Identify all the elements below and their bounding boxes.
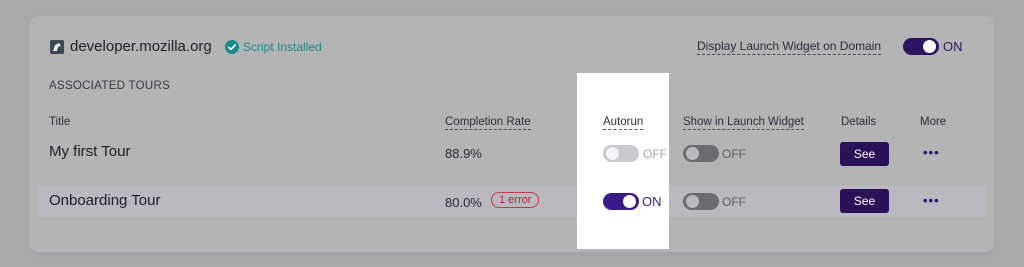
script-status: Script Installed [243, 40, 322, 54]
see-details-button[interactable]: See [840, 142, 889, 166]
check-circle-icon [225, 40, 239, 54]
see-details-button[interactable]: See [840, 189, 889, 213]
launch-widget-toggle[interactable] [903, 38, 939, 55]
column-more: More [920, 116, 947, 128]
tour-completion-rate: 80.0% [445, 195, 482, 210]
tour-title: Onboarding Tour [49, 192, 161, 209]
launch-widget-visibility-state: OFF [722, 147, 746, 161]
domain-name: developer.mozilla.org [70, 38, 212, 55]
toggle-knob [623, 195, 636, 208]
column-completion-rate[interactable]: Completion Rate [445, 116, 531, 130]
launch-widget-visibility-toggle[interactable] [683, 145, 719, 162]
launch-widget-visibility-state: OFF [722, 195, 746, 209]
autorun-toggle[interactable] [603, 193, 639, 210]
autorun-state: OFF [643, 147, 667, 161]
launch-widget-state: ON [943, 39, 963, 54]
toggle-knob [606, 147, 619, 160]
more-options-icon[interactable]: ••• [923, 193, 940, 208]
more-options-icon[interactable]: ••• [923, 145, 940, 160]
launch-widget-visibility-toggle[interactable] [683, 193, 719, 210]
section-title: ASSOCIATED TOURS [49, 80, 171, 92]
column-autorun[interactable]: Autorun [603, 116, 644, 130]
toggle-knob [686, 195, 699, 208]
column-title: Title [49, 116, 71, 128]
column-details: Details [841, 116, 877, 128]
tour-completion-rate: 88.9% [445, 146, 482, 161]
autorun-state: ON [642, 194, 662, 209]
column-show-in-launch-widget[interactable]: Show in Launch Widget [683, 116, 804, 130]
error-badge[interactable]: 1 error [491, 192, 540, 208]
autorun-toggle[interactable] [603, 145, 639, 162]
tour-title: My first Tour [49, 143, 131, 160]
site-favicon-icon [50, 40, 64, 54]
toggle-knob [923, 40, 936, 53]
toggle-knob [686, 147, 699, 160]
launch-widget-label[interactable]: Display Launch Widget on Domain [697, 39, 882, 55]
